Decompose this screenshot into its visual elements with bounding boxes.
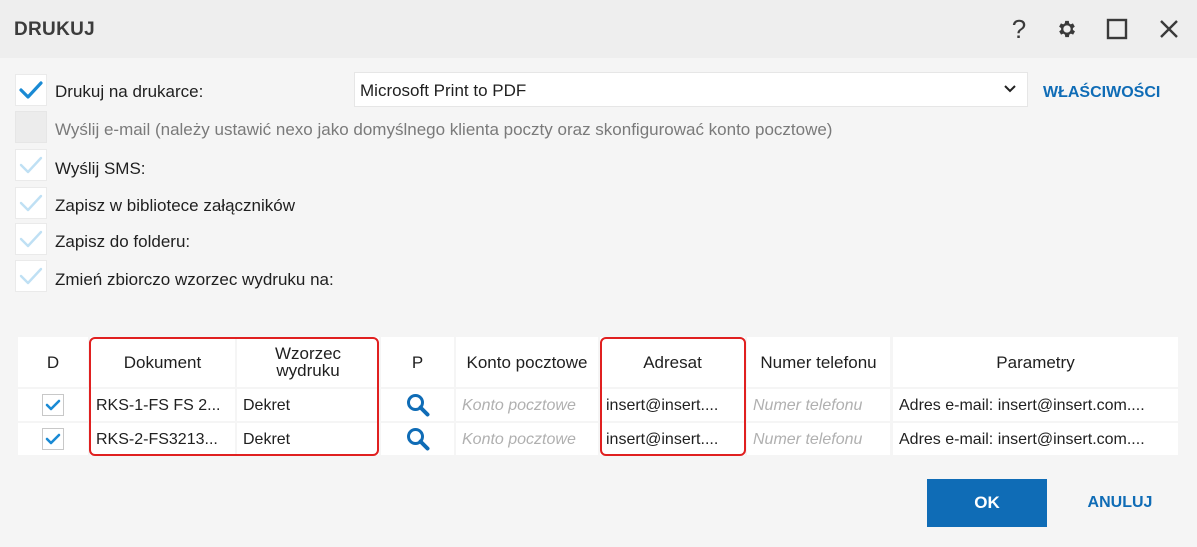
folder-label: Zapisz do folderu: xyxy=(55,232,191,251)
title-bar: DRUKUJ ? xyxy=(0,0,1197,58)
search-icon[interactable] xyxy=(405,426,431,452)
window-title: DRUKUJ xyxy=(14,19,95,40)
table-row-1-select[interactable] xyxy=(18,389,88,421)
ok-button[interactable]: OK xyxy=(927,479,1047,527)
column-header-account[interactable]: Konto pocztowe xyxy=(456,337,598,387)
column-header-p[interactable]: P xyxy=(381,337,454,387)
gear-icon[interactable] xyxy=(1048,10,1086,48)
table-row-1-params[interactable]: Adres e-mail: insert@insert.com.... xyxy=(893,389,1178,421)
print-checkbox[interactable] xyxy=(15,74,47,106)
help-icon[interactable]: ? xyxy=(1000,10,1038,48)
table-row-1-template[interactable]: Dekret xyxy=(237,389,379,421)
template-checkbox[interactable] xyxy=(15,260,47,292)
close-icon[interactable] xyxy=(1150,10,1188,48)
checkmark-icon xyxy=(19,156,43,174)
table-row-2-account[interactable]: Konto pocztowe xyxy=(456,423,598,455)
row-checkbox[interactable] xyxy=(42,428,64,450)
printer-select-value: Microsoft Print to PDF xyxy=(360,81,527,100)
column-header-recipient[interactable]: Adresat xyxy=(600,337,745,387)
printer-select[interactable]: Microsoft Print to PDF xyxy=(354,72,1028,107)
folder-checkbox[interactable] xyxy=(15,223,47,255)
checkmark-icon xyxy=(19,230,43,248)
table-row-1-account[interactable]: Konto pocztowe xyxy=(456,389,598,421)
row-checkbox[interactable] xyxy=(42,394,64,416)
email-checkbox[interactable] xyxy=(15,111,47,143)
email-label: Wyślij e-mail (należy ustawić nexo jako … xyxy=(55,120,833,139)
sms-checkbox[interactable] xyxy=(15,149,47,181)
template-label: Zmień zbiorczo wzorzec wydruku na: xyxy=(55,270,334,289)
table-row-1-document[interactable]: RKS-1-FS FS 2... xyxy=(90,389,235,421)
column-header-params[interactable]: Parametry xyxy=(893,337,1178,387)
column-header-d[interactable]: D xyxy=(18,337,88,387)
library-checkbox[interactable] xyxy=(15,187,47,219)
chevron-down-icon xyxy=(1004,85,1016,93)
checkmark-icon xyxy=(19,267,43,285)
table-row-1-phone[interactable]: Numer telefonu xyxy=(747,389,890,421)
checkmark-icon xyxy=(19,81,43,99)
search-icon[interactable] xyxy=(405,392,431,418)
column-header-document[interactable]: Dokument xyxy=(90,337,235,387)
column-header-template[interactable]: Wzorzec wydruku xyxy=(237,337,379,387)
table-row-2-recipient[interactable]: insert@insert.... xyxy=(600,423,745,455)
table-row-1-recipient[interactable]: insert@insert.... xyxy=(600,389,745,421)
table-row-2-phone[interactable]: Numer telefonu xyxy=(747,423,890,455)
properties-link[interactable]: WŁAŚCIWOŚCI xyxy=(1043,84,1160,102)
column-header-phone[interactable]: Numer telefonu xyxy=(747,337,890,387)
table-row-2-params[interactable]: Adres e-mail: insert@insert.com.... xyxy=(893,423,1178,455)
print-label: Drukuj na drukarce: xyxy=(55,82,204,101)
sms-label: Wyślij SMS: xyxy=(55,159,146,178)
checkmark-icon xyxy=(45,433,61,445)
checkmark-icon xyxy=(45,399,61,411)
table-row-1-preview[interactable] xyxy=(381,389,454,421)
checkmark-icon xyxy=(19,194,43,212)
table-row-2-preview[interactable] xyxy=(381,423,454,455)
library-label: Zapisz w bibliotece załączników xyxy=(55,196,295,215)
maximize-icon[interactable] xyxy=(1098,10,1136,48)
cancel-button[interactable]: ANULUJ xyxy=(1078,479,1162,527)
table-row-2-select[interactable] xyxy=(18,423,88,455)
table-row-2-document[interactable]: RKS-2-FS3213... xyxy=(90,423,235,455)
table-row-2-template[interactable]: Dekret xyxy=(237,423,379,455)
